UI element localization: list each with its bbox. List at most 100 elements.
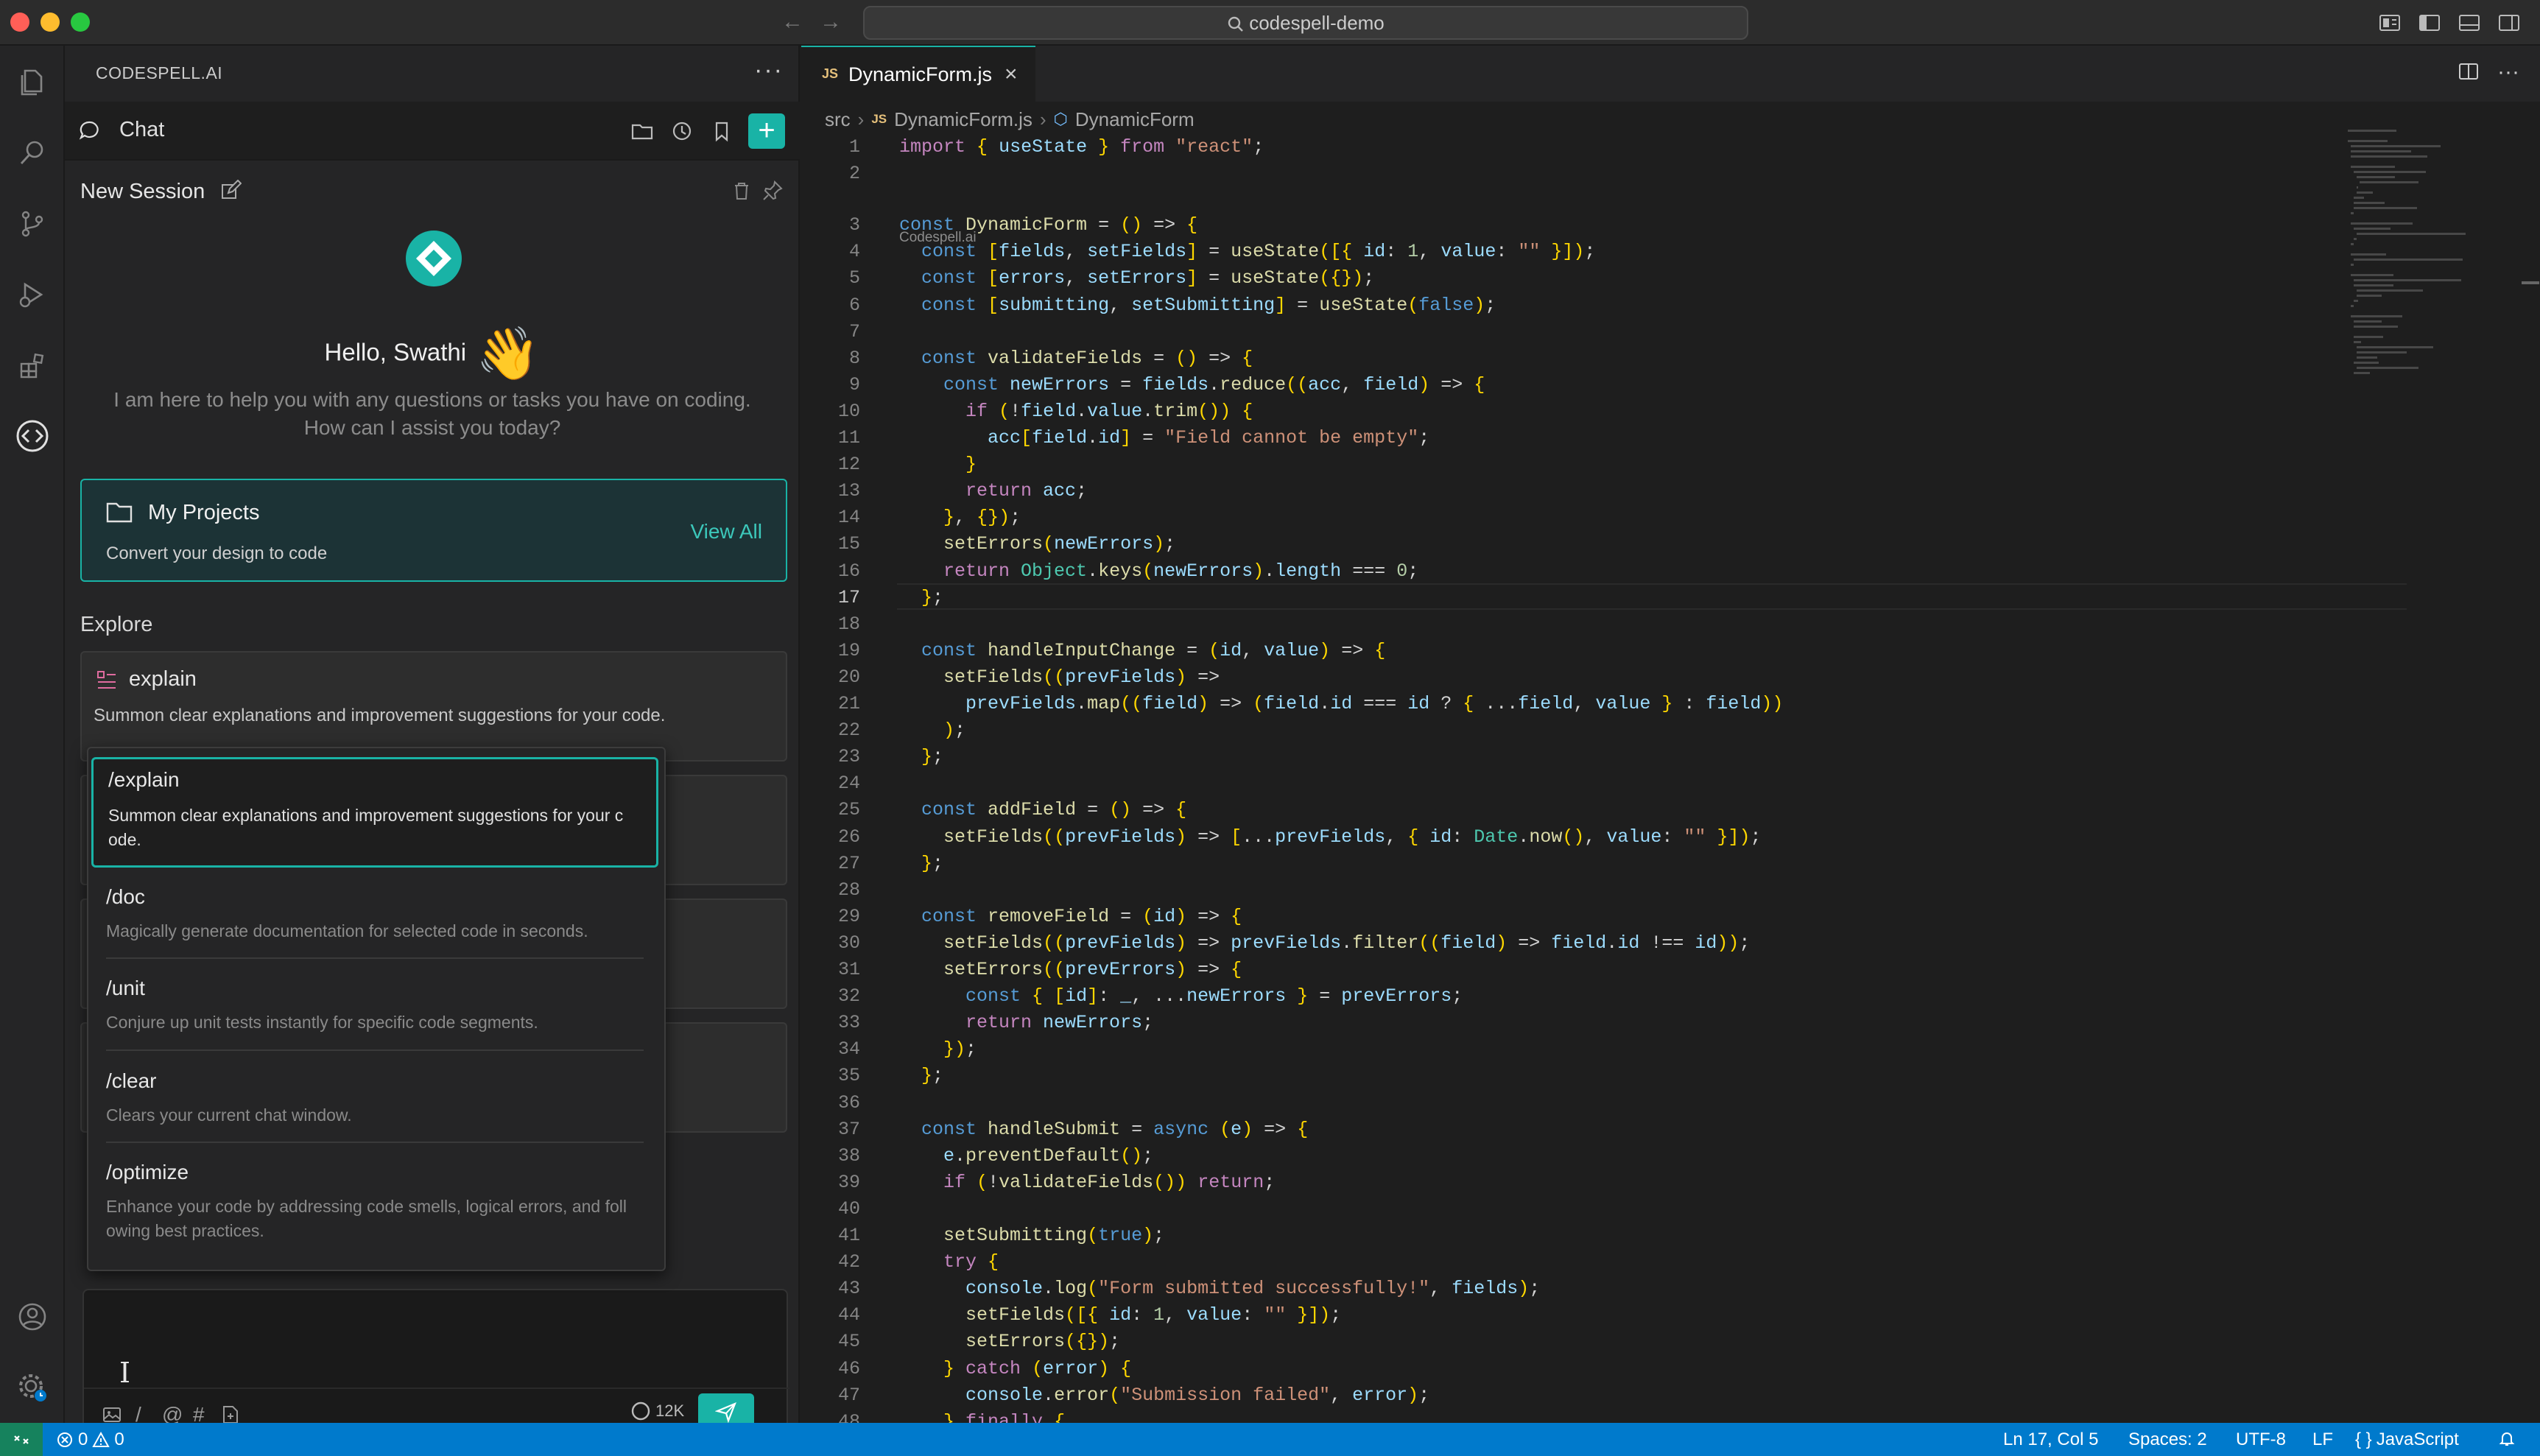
search-icon[interactable]	[13, 134, 52, 172]
more-actions-icon[interactable]: ···	[754, 56, 784, 85]
editor-more-icon[interactable]: ···	[2495, 60, 2522, 87]
code-line[interactable]: 19 const handleInputChange = (id, value)…	[801, 638, 2333, 664]
bookmark-icon[interactable]	[708, 118, 735, 144]
notifications-bell-icon[interactable]	[2498, 1429, 2516, 1447]
code-editor[interactable]: Codespell.ai 1 import { useState } from "…	[801, 130, 2407, 1432]
edit-session-icon[interactable]	[219, 179, 242, 205]
code-line[interactable]: 5 const [errors, setErrors] = useState({…	[801, 265, 2333, 292]
code-line[interactable]: 45 setErrors({});	[801, 1329, 2333, 1355]
delete-session-icon[interactable]	[731, 180, 753, 205]
indentation-status[interactable]: Spaces: 2	[2128, 1429, 2207, 1450]
forward-arrow-icon[interactable]: →	[817, 9, 844, 35]
code-line[interactable]: 29 const removeField = (id) => {	[801, 904, 2333, 930]
customize-layout-icon[interactable]	[2377, 10, 2402, 35]
codespell-icon[interactable]	[13, 417, 52, 455]
code-line[interactable]: 7	[801, 319, 2333, 345]
code-line[interactable]: 31 setErrors((prevErrors) => {	[801, 957, 2333, 983]
my-projects-card[interactable]: My Projects Convert your design to code …	[80, 479, 787, 582]
code-line[interactable]: 34 });	[801, 1036, 2333, 1063]
new-chat-button[interactable]: +	[748, 113, 785, 149]
code-line[interactable]: 8 const validateFields = () => {	[801, 345, 2333, 372]
chat-input[interactable]	[97, 1342, 760, 1371]
code-line[interactable]: 14 }, {});	[801, 504, 2333, 531]
code-line[interactable]: 43 console.log("Form submitted successfu…	[801, 1276, 2333, 1302]
code-line[interactable]: 28	[801, 877, 2333, 904]
command-item-unit[interactable]: /unit Conjure up unit tests instantly fo…	[91, 969, 658, 1050]
code-line[interactable]: 12 }	[801, 451, 2333, 478]
code-line[interactable]: 9 const newErrors = fields.reduce((acc, …	[801, 372, 2333, 398]
settings-gear-icon[interactable]	[13, 1368, 52, 1407]
code-line[interactable]: 37 const handleSubmit = async (e) => {	[801, 1116, 2333, 1143]
code-line[interactable]: 17 };	[801, 585, 2333, 611]
code-line[interactable]: 18	[801, 611, 2333, 638]
command-item-doc[interactable]: /doc Magically generate documentation fo…	[91, 878, 658, 959]
code-line[interactable]: 39 if (!validateFields()) return;	[801, 1170, 2333, 1196]
command-item-clear[interactable]: /clear Clears your current chat window.	[91, 1062, 658, 1143]
code-line[interactable]: 27 };	[801, 851, 2333, 877]
code-line[interactable]: 24	[801, 770, 2333, 797]
code-line[interactable]: 47 console.error("Submission failed", er…	[801, 1382, 2333, 1409]
code-line[interactable]: 26 setFields((prevFields) => [...prevFie…	[801, 824, 2333, 851]
code-line[interactable]: 46 } catch (error) {	[801, 1356, 2333, 1382]
cursor-position[interactable]: Ln 17, Col 5	[2003, 1429, 2098, 1450]
breadcrumb-symbol[interactable]: DynamicForm	[1075, 108, 1195, 131]
breadcrumb-file[interactable]: DynamicForm.js	[894, 108, 1032, 131]
history-icon[interactable]	[669, 118, 695, 144]
code-line[interactable]: 11 acc[field.id] = "Field cannot be empt…	[801, 425, 2333, 451]
folder-icon[interactable]	[629, 118, 655, 144]
code-line[interactable]: 41 setSubmitting(true);	[801, 1223, 2333, 1249]
code-line[interactable]: 22 );	[801, 717, 2333, 744]
code-line[interactable]: 1 import { useState } from "react";	[801, 134, 2333, 161]
toggle-secondary-sidebar-icon[interactable]	[2497, 10, 2522, 35]
code-line[interactable]: 4 const [fields, setFields] = useState([…	[801, 239, 2333, 265]
eol-status[interactable]: LF	[2312, 1429, 2333, 1450]
code-line[interactable]: 35 };	[801, 1063, 2333, 1089]
command-item-optimize[interactable]: /optimize Enhance your code by addressin…	[91, 1153, 658, 1264]
remote-indicator-icon[interactable]	[0, 1423, 43, 1456]
code-line[interactable]: 40	[801, 1196, 2333, 1223]
code-line[interactable]: 30 setFields((prevFields) => prevFields.…	[801, 930, 2333, 957]
explore-card-explain[interactable]: explain Summon clear explanations and im…	[80, 651, 787, 762]
code-line[interactable]: 36	[801, 1090, 2333, 1116]
code-line[interactable]: 20 setFields((prevFields) =>	[801, 664, 2333, 691]
scrollbar-thumb[interactable]	[2522, 281, 2539, 284]
code-line[interactable]: 3 const DynamicForm = () => {	[801, 212, 2333, 239]
code-line[interactable]: 25 const addField = () => {	[801, 797, 2333, 823]
code-line[interactable]: 13 return acc;	[801, 478, 2333, 504]
minimap[interactable]	[2348, 130, 2510, 439]
explorer-icon[interactable]	[13, 63, 52, 102]
window-minimize-button[interactable]	[41, 13, 60, 32]
accounts-icon[interactable]	[13, 1298, 52, 1336]
command-item-explain[interactable]: /explain Summon clear explanations and i…	[91, 757, 658, 868]
window-close-button[interactable]	[10, 13, 29, 32]
breadcrumb-folder[interactable]: src	[825, 108, 851, 131]
back-arrow-icon[interactable]: ←	[779, 9, 806, 35]
code-line[interactable]: 2	[801, 161, 2333, 187]
code-line[interactable]: 42 try {	[801, 1249, 2333, 1276]
encoding-status[interactable]: UTF-8	[2236, 1429, 2286, 1450]
extensions-icon[interactable]	[13, 346, 52, 384]
code-line[interactable]: 21 prevFields.map((field) => (field.id =…	[801, 691, 2333, 717]
code-line[interactable]: 38 e.preventDefault();	[801, 1143, 2333, 1170]
source-control-icon[interactable]	[13, 205, 52, 243]
language-mode[interactable]: { } JavaScript	[2355, 1429, 2459, 1450]
code-line[interactable]: 15 setErrors(newErrors);	[801, 531, 2333, 558]
run-debug-icon[interactable]	[13, 275, 52, 314]
code-line[interactable]: 44 setFields([{ id: 1, value: "" }]);	[801, 1302, 2333, 1329]
code-line[interactable]: 23 };	[801, 744, 2333, 770]
toggle-primary-sidebar-icon[interactable]	[2417, 10, 2442, 35]
split-editor-icon[interactable]	[2455, 60, 2482, 87]
command-center-search[interactable]: codespell-demo	[863, 6, 1748, 40]
code-line[interactable]: 16 return Object.keys(newErrors).length …	[801, 558, 2333, 585]
toggle-panel-icon[interactable]	[2457, 10, 2482, 35]
code-line[interactable]: 10 if (!field.value.trim()) {	[801, 398, 2333, 425]
problems-indicator[interactable]: 0 0	[56, 1429, 124, 1450]
code-line[interactable]: 32 const { [id]: _, ...newErrors } = pre…	[801, 983, 2333, 1010]
pin-session-icon[interactable]	[761, 180, 784, 205]
close-tab-icon[interactable]: ×	[1005, 62, 1018, 87]
view-all-link[interactable]: View All	[690, 520, 762, 544]
tab-dynamicform[interactable]: JS DynamicForm.js ×	[801, 46, 1035, 102]
code-line[interactable]: 6 const [submitting, setSubmitting] = us…	[801, 292, 2333, 319]
code-line[interactable]: 33 return newErrors;	[801, 1010, 2333, 1036]
window-maximize-button[interactable]	[71, 13, 90, 32]
